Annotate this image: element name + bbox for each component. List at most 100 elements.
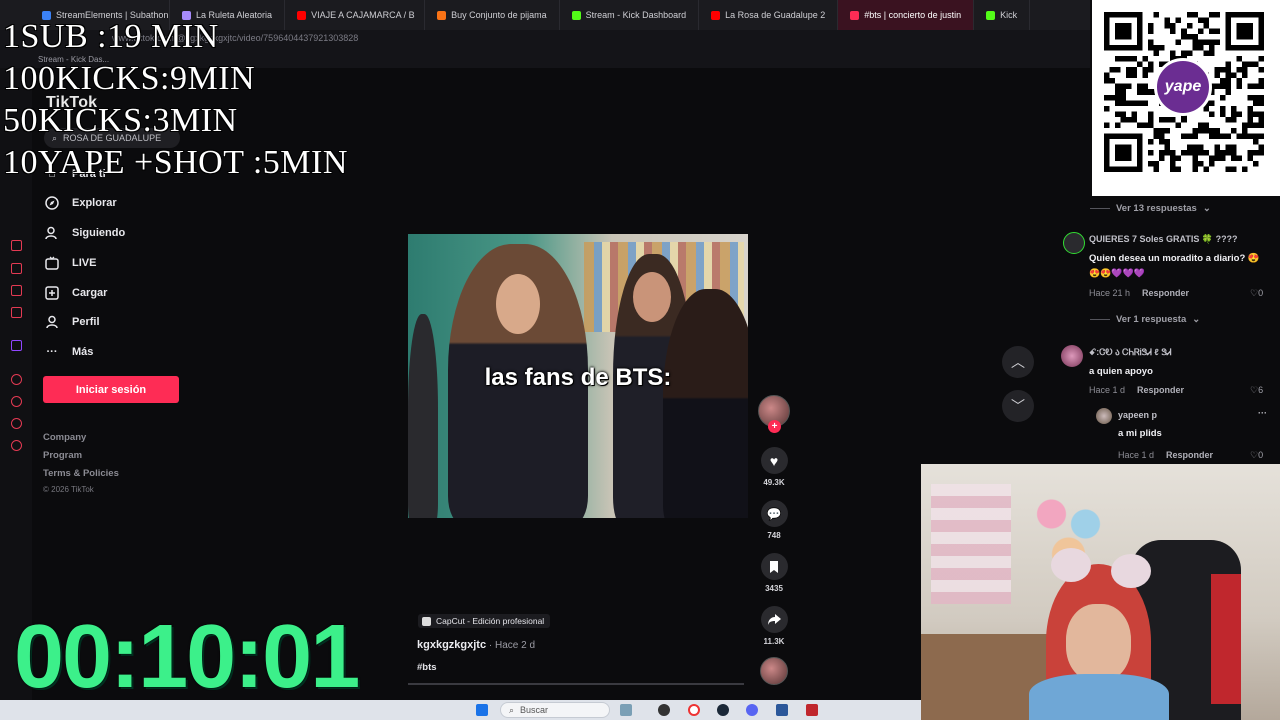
save-button[interactable]: 3435 [758, 553, 790, 593]
comment-like-button[interactable]: ♡0 [1250, 288, 1263, 299]
heart-icon: ♥ [769, 452, 779, 469]
reply-button[interactable]: Responder [1137, 385, 1184, 395]
avatar[interactable] [1061, 345, 1083, 367]
author-name[interactable]: kgxkgzkgxjtc [417, 639, 486, 651]
sidebar-app-icon[interactable] [11, 396, 22, 407]
sidebar-app-icon[interactable] [11, 285, 22, 296]
search-icon: ⌕ [509, 704, 515, 715]
comment-username[interactable]: yapeen p [1118, 410, 1157, 420]
comment-emoji: 😍😍💜💜💜 [1089, 268, 1146, 278]
save-count: 3435 [765, 584, 783, 593]
share-button[interactable]: 11.3K [758, 606, 790, 646]
music-disc-button[interactable] [758, 657, 790, 685]
comment-like-button[interactable]: ♡0 [1250, 450, 1263, 461]
footer-link-terms[interactable]: Terms & Policies [43, 468, 119, 479]
twitch-icon[interactable] [11, 340, 22, 351]
footer-link-program[interactable]: Program [43, 450, 82, 461]
more-options-icon[interactable]: ··· [1258, 408, 1267, 418]
sidebar-app-icon[interactable] [11, 374, 22, 385]
webcam-feed [921, 464, 1280, 720]
comment-like-button[interactable]: ♡6 [1250, 385, 1263, 396]
windows-taskbar: ⌕ Buscar [0, 700, 921, 720]
comment-count: 748 [767, 531, 781, 540]
tab-favicon-icon [850, 10, 860, 20]
browser-tab[interactable]: #bts | concierto de justin [838, 0, 975, 30]
video-face [496, 274, 540, 334]
comment-username[interactable]: ꗃ:ᏣᎧ ა ᏟᏂᏒᎥᏕᏗ ℓ ᏕᏗ [1089, 347, 1172, 358]
comment-meta: Hace 1 d Responder [1089, 385, 1184, 395]
taskbar-search[interactable]: ⌕ Buscar [500, 702, 610, 718]
more-icon: ··· [46, 346, 58, 358]
video-person [408, 314, 438, 518]
like-count: 49.3K [763, 478, 785, 487]
video-face [633, 272, 671, 322]
subathon-timer: 00:10:01 [14, 607, 360, 707]
comment-username[interactable]: QUIERES 7 Soles GRATIS 🍀 ???? [1089, 234, 1238, 245]
comment-text: a mi plids [1118, 428, 1162, 439]
comment-text: a quien apoyo [1089, 366, 1153, 377]
taskbar-search-label: Buscar [520, 705, 549, 715]
nav-explorar[interactable]: Explorar [44, 195, 117, 211]
nav-cargar[interactable]: Cargar [44, 285, 107, 301]
browser-tab[interactable]: VIAJE A CAJAMARCA / B [285, 0, 426, 30]
overlay-line-2: 100KICKS:9MIN [3, 60, 256, 97]
video-player[interactable]: las fans de BTS: [408, 234, 748, 518]
browser-tab[interactable]: Kick [974, 0, 1031, 30]
chevron-up-icon: ︿ [1011, 354, 1025, 370]
discord-icon[interactable] [746, 704, 758, 716]
comment-button[interactable]: 💬 748 [758, 500, 790, 540]
browser-tab[interactable]: La Rosa de Guadalupe 2 [699, 0, 839, 30]
nav-perfil[interactable]: Perfil [44, 314, 100, 330]
capcut-tag[interactable]: CapCut - Edición profesional [418, 614, 551, 628]
sidebar-app-icon[interactable] [11, 240, 22, 251]
steam-icon[interactable] [717, 704, 729, 716]
settings-icon[interactable] [11, 440, 22, 451]
footer-link-company[interactable]: Company [43, 432, 86, 443]
upload-icon [44, 285, 60, 301]
prev-video-button[interactable]: ︿ [1002, 346, 1034, 378]
share-count: 11.3K [763, 637, 785, 646]
hashtag-link[interactable]: #bts [417, 662, 437, 673]
browser-tab[interactable]: Stream - Kick Dashboard [560, 0, 700, 30]
word-icon[interactable] [776, 704, 788, 716]
video-progress-bar[interactable] [408, 683, 744, 685]
app-icon[interactable] [806, 704, 818, 716]
sidebar-app-icon[interactable] [11, 418, 22, 429]
browser-tab[interactable]: Buy Conjunto de pijama [425, 0, 560, 30]
live-icon [44, 255, 60, 271]
yape-qr-code: yape [1092, 0, 1280, 196]
login-button[interactable]: Iniciar sesión [43, 376, 179, 403]
obs-icon[interactable] [658, 704, 670, 716]
reply-button[interactable]: Responder [1142, 288, 1189, 298]
view-replies-button[interactable]: Ver 1 respuesta ⌄ [1090, 314, 1200, 325]
nav-mas[interactable]: ··· Más [44, 344, 94, 360]
view-replies-button[interactable]: Ver 13 respuestas ⌄ [1090, 203, 1211, 214]
heart-outline-icon: ♡ [1250, 288, 1259, 298]
windows-start-icon[interactable] [476, 704, 488, 716]
opera-icon[interactable] [688, 704, 700, 716]
comment-icon: 💬 [766, 506, 782, 521]
view-replies-label: Ver 1 respuesta [1116, 314, 1187, 325]
webcam-chair-accent [1211, 574, 1241, 704]
like-button[interactable]: ♥ 49.3K [758, 447, 790, 487]
avatar[interactable] [1063, 232, 1085, 254]
view-replies-label: Ver 13 respuestas [1116, 203, 1197, 214]
comment-like-count: 0 [1258, 288, 1264, 298]
reply-button[interactable]: Responder [1166, 450, 1213, 460]
comment-meta: Hace 21 h Responder [1089, 288, 1189, 298]
comment-time: Hace 1 d [1089, 385, 1126, 395]
nav-label: Siguiendo [72, 227, 126, 239]
comment-meta: Hace 1 d Responder [1118, 450, 1213, 460]
webcam-wall-posters [931, 484, 1011, 604]
follow-plus-icon[interactable]: + [768, 420, 781, 433]
video-author[interactable]: kgxkgzkgxjtc · Hace 2 d [417, 639, 535, 651]
next-video-button[interactable]: ﹀ [1002, 390, 1034, 422]
sidebar-app-icon[interactable] [11, 307, 22, 318]
nav-live[interactable]: LIVE [44, 255, 96, 271]
widgets-icon[interactable] [620, 704, 632, 716]
creator-avatar-button[interactable]: + [758, 395, 790, 433]
avatar[interactable] [1096, 408, 1112, 424]
nav-siguiendo[interactable]: Siguiendo [44, 225, 125, 241]
heart-outline-icon: ♡ [1250, 385, 1259, 395]
sidebar-app-icon[interactable] [11, 263, 22, 274]
